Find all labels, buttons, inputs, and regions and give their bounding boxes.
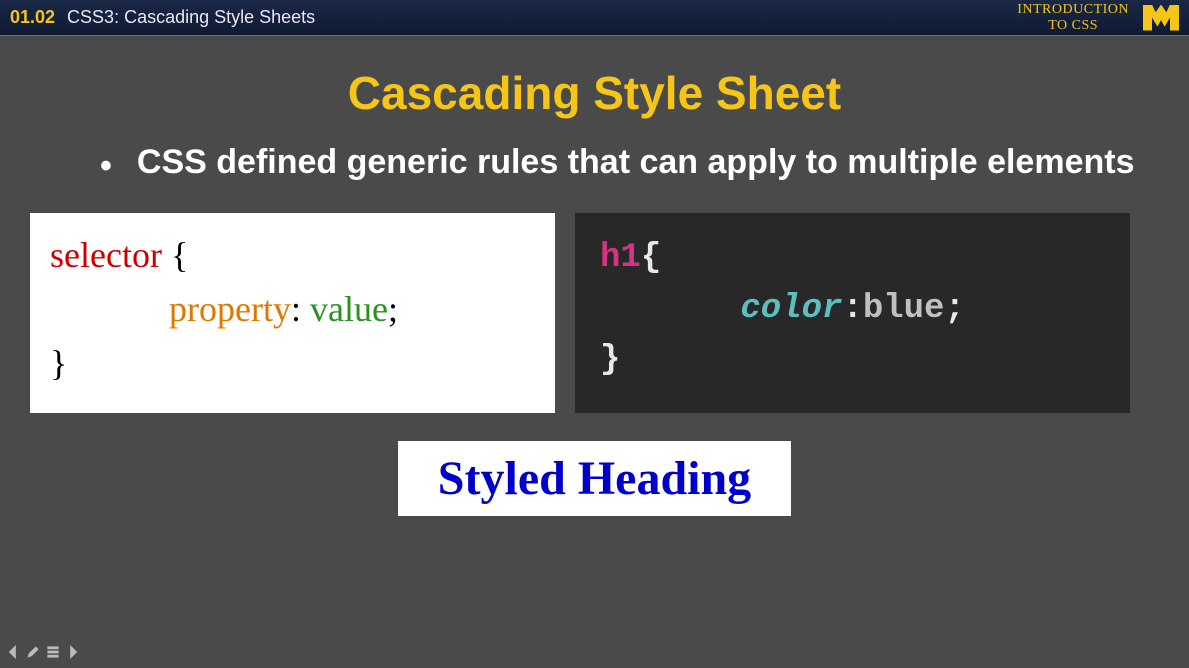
code-semicolon: ; — [388, 289, 398, 329]
presentation-toolbar — [6, 645, 80, 664]
code-brace-open: { — [171, 235, 188, 275]
bullet-dot-icon: • — [100, 144, 112, 188]
slide-title: Cascading Style Sheet — [50, 66, 1139, 120]
example-value: blue — [863, 290, 945, 328]
lesson-title: CSS3: Cascading Style Sheets — [67, 7, 315, 28]
code-colon: : — [291, 289, 301, 329]
pen-tool-icon[interactable] — [26, 645, 40, 664]
menu-icon[interactable] — [46, 645, 60, 664]
code-selector: selector — [50, 235, 162, 275]
next-slide-icon[interactable] — [66, 645, 80, 664]
slide-header: 01.02 CSS3: Cascading Style Sheets INTRO… — [0, 0, 1189, 36]
example-semicolon: ; — [944, 290, 964, 328]
example-colon: : — [842, 290, 862, 328]
course-line-1: INTRODUCTION — [1017, 2, 1129, 17]
example-property: color — [740, 290, 842, 328]
example-brace-close: } — [600, 341, 620, 379]
course-line-2: TO CSS — [1017, 18, 1129, 33]
example-tag: h1 — [600, 239, 641, 277]
syntax-template-box: selector { property: value; } — [30, 213, 555, 413]
code-value: value — [310, 289, 388, 329]
result-row: Styled Heading — [50, 441, 1139, 516]
styled-heading-result: Styled Heading — [398, 441, 791, 516]
prev-slide-icon[interactable] — [6, 645, 20, 664]
slide-body: Cascading Style Sheet • CSS defined gene… — [0, 36, 1189, 546]
bullet-point: • CSS defined generic rules that can app… — [100, 140, 1139, 188]
lesson-number: 01.02 — [10, 7, 55, 28]
bullet-text: CSS defined generic rules that can apply… — [137, 140, 1135, 184]
example-brace-open: { — [641, 239, 661, 277]
code-property: property — [169, 289, 291, 329]
code-examples-row: selector { property: value; } h1{ color:… — [30, 213, 1139, 413]
course-label: INTRODUCTION TO CSS — [1017, 2, 1129, 33]
code-example-box: h1{ color:blue; } — [575, 213, 1130, 413]
code-brace-close: } — [50, 343, 67, 383]
umich-logo-icon — [1143, 5, 1179, 31]
